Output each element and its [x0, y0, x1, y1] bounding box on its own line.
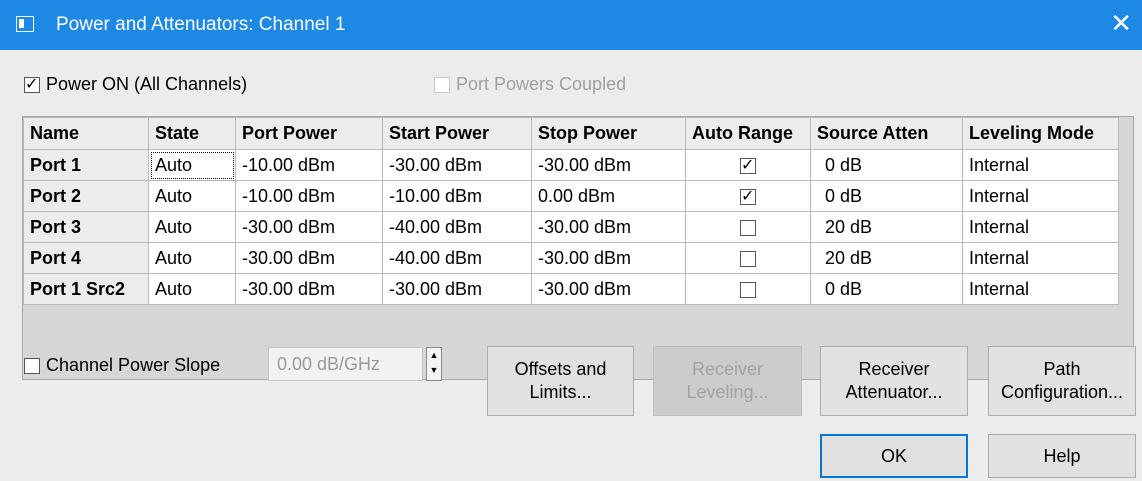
- cell-start-power[interactable]: -30.00 dBm: [382, 149, 532, 181]
- auto-range-checkbox[interactable]: [740, 186, 756, 205]
- receiver-attenuator-button[interactable]: Receiver Attenuator...: [820, 346, 968, 416]
- cell-port-power[interactable]: -10.00 dBm: [235, 180, 383, 212]
- col-header-start-power: Start Power: [382, 117, 532, 150]
- auto-range-checkbox[interactable]: [740, 281, 756, 298]
- cell-stop-power[interactable]: 0.00 dBm: [531, 180, 686, 212]
- cell-start-power[interactable]: -40.00 dBm: [382, 242, 532, 274]
- power-on-checkbox-row[interactable]: Power ON (All Channels): [24, 74, 247, 95]
- cell-leveling-mode[interactable]: Internal: [962, 273, 1119, 305]
- table-row[interactable]: Port 1 Src2 Auto -30.00 dBm -30.00 dBm -30.0…: [23, 273, 1119, 305]
- cell-start-power[interactable]: -30.00 dBm: [382, 273, 532, 305]
- channel-power-slope-label: Channel Power Slope: [46, 355, 221, 375]
- offsets-and-limits-button[interactable]: Offsets and Limits...: [487, 346, 634, 416]
- window-title: Power and Attenuators: Channel 1: [56, 14, 346, 35]
- receiver-leveling-button: Receiver Leveling...: [653, 346, 802, 416]
- channel-power-slope-input: 0.00 dB/GHz: [268, 347, 423, 381]
- port-powers-coupled-row: Port Powers Coupled: [434, 74, 626, 95]
- offsets-button-line2: Limits...: [529, 382, 592, 402]
- port-powers-coupled-label: Port Powers Coupled: [456, 74, 627, 94]
- cell-state[interactable]: Auto: [148, 180, 236, 212]
- help-button[interactable]: Help: [988, 434, 1136, 478]
- close-icon[interactable]: ✕: [1110, 8, 1132, 39]
- path-configuration-button[interactable]: Path Configuration...: [988, 346, 1136, 416]
- cell-name: Port 1 Src2: [23, 273, 149, 305]
- cell-auto-range[interactable]: [685, 149, 811, 181]
- cell-leveling-mode[interactable]: Internal: [962, 149, 1119, 181]
- cell-port-power[interactable]: -30.00 dBm: [235, 242, 383, 274]
- slope-spinner: ▲ ▼: [426, 347, 442, 381]
- cell-leveling-mode[interactable]: Internal: [962, 242, 1119, 274]
- channel-power-slope-row[interactable]: Channel Power Slope: [24, 355, 220, 376]
- auto-range-checkbox[interactable]: [740, 155, 756, 174]
- cell-stop-power[interactable]: -30.00 dBm: [531, 242, 686, 274]
- table-row[interactable]: Port 3 Auto -30.00 dBm -40.00 dBm -30.00 dBm…: [23, 211, 1119, 243]
- cell-name: Port 1: [23, 149, 149, 181]
- col-header-stop-power: Stop Power: [531, 117, 686, 150]
- cell-leveling-mode[interactable]: Internal: [962, 211, 1119, 243]
- power-table: Name State Port Power Start Power Stop P…: [23, 117, 1119, 305]
- auto-range-checkbox[interactable]: [740, 250, 756, 267]
- auto-range-checkbox[interactable]: [740, 219, 756, 236]
- col-header-source-atten: Source Atten: [810, 117, 963, 150]
- col-header-name: Name: [23, 117, 149, 150]
- dialog-body: Power ON (All Channels) Port Powers Coup…: [0, 50, 1142, 481]
- cell-auto-range[interactable]: [685, 211, 811, 243]
- cell-auto-range[interactable]: [685, 180, 811, 212]
- cell-port-power[interactable]: -30.00 dBm: [235, 273, 383, 305]
- receiver-leveling-line1: Receiver: [691, 359, 764, 379]
- cell-source-atten[interactable]: 20 dB: [810, 211, 963, 243]
- cell-leveling-mode[interactable]: Internal: [962, 180, 1119, 212]
- app-window-icon: [16, 16, 34, 32]
- path-config-line2: Configuration...: [1000, 382, 1124, 402]
- cell-state[interactable]: Auto: [148, 211, 236, 243]
- col-header-auto-range: Auto Range: [685, 117, 811, 150]
- table-row[interactable]: Port 1 Auto -10.00 dBm -30.00 dBm -30.00 dBm…: [23, 149, 1119, 181]
- cell-name: Port 4: [23, 242, 149, 274]
- power-table-container[interactable]: Name State Port Power Start Power Stop P…: [22, 116, 1134, 380]
- title-bar: Power and Attenuators: Channel 1 ✕: [0, 0, 1142, 50]
- cell-source-atten[interactable]: 0 dB: [810, 180, 963, 212]
- receiver-attenuator-line2: Attenuator...: [845, 382, 943, 402]
- receiver-leveling-line2: Leveling...: [686, 382, 769, 402]
- cell-auto-range[interactable]: [685, 242, 811, 274]
- spinner-up-icon: ▲: [429, 350, 439, 360]
- cell-name: Port 3: [23, 211, 149, 243]
- cell-state[interactable]: Auto: [148, 273, 236, 305]
- cell-source-atten[interactable]: 20 dB: [810, 242, 963, 274]
- table-header-row: Name State Port Power Start Power Stop P…: [23, 117, 1119, 150]
- cell-start-power[interactable]: -40.00 dBm: [382, 211, 532, 243]
- port-powers-coupled-checkbox: [434, 76, 450, 93]
- cell-source-atten[interactable]: 0 dB: [810, 273, 963, 305]
- power-on-label: Power ON (All Channels): [46, 74, 248, 94]
- cell-stop-power[interactable]: -30.00 dBm: [531, 149, 686, 181]
- cell-stop-power[interactable]: -30.00 dBm: [531, 211, 686, 243]
- channel-power-slope-checkbox[interactable]: [24, 357, 40, 374]
- col-header-port-power: Port Power: [235, 117, 383, 150]
- cell-source-atten[interactable]: 0 dB: [810, 149, 963, 181]
- path-config-line1: Path: [1043, 359, 1081, 379]
- spinner-down-icon: ▼: [429, 365, 439, 375]
- offsets-button-line1: Offsets and: [514, 359, 607, 379]
- cell-name: Port 2: [23, 180, 149, 212]
- cell-stop-power[interactable]: -30.00 dBm: [531, 273, 686, 305]
- table-row[interactable]: Port 2Auto-10.00 dBm-10.00 dBm0.00 dBm0 …: [23, 180, 1119, 212]
- cell-state[interactable]: Auto: [148, 149, 236, 181]
- col-header-leveling-mode: Leveling Mode: [962, 117, 1119, 150]
- power-on-checkbox[interactable]: [24, 74, 40, 93]
- ok-button[interactable]: OK: [820, 434, 968, 478]
- cell-port-power[interactable]: -10.00 dBm: [235, 149, 383, 181]
- cell-start-power[interactable]: -10.00 dBm: [382, 180, 532, 212]
- col-header-state: State: [148, 117, 236, 150]
- table-row[interactable]: Port 4 Auto -30.00 dBm -40.00 dBm -30.00 dBm…: [23, 242, 1119, 274]
- cell-port-power[interactable]: -30.00 dBm: [235, 211, 383, 243]
- receiver-attenuator-line1: Receiver: [858, 359, 930, 379]
- cell-state[interactable]: Auto: [148, 242, 236, 274]
- cell-auto-range[interactable]: [685, 273, 811, 305]
